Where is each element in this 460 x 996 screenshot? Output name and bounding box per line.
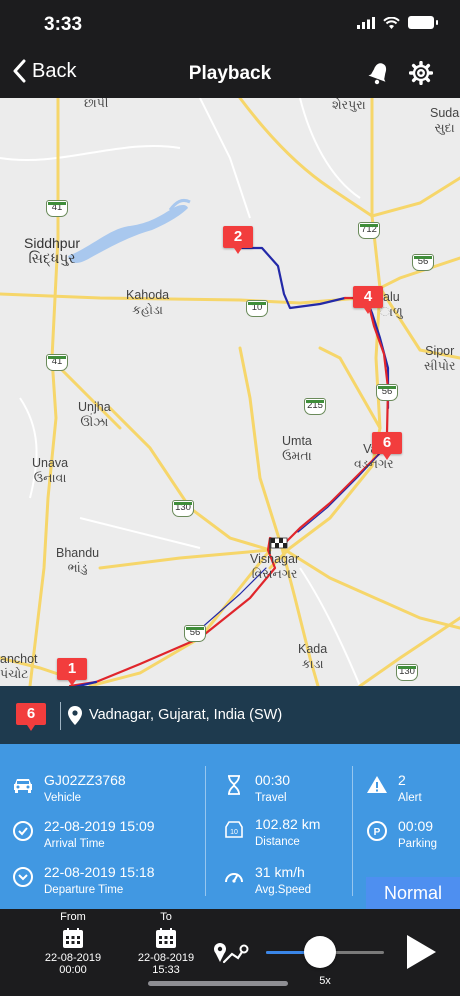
vehicle-label: Vehicle bbox=[44, 792, 82, 804]
place-label: છાપી bbox=[84, 98, 109, 110]
place-label: Visnagar વિસનગર bbox=[250, 552, 300, 581]
arrival-label: Arrival Time bbox=[44, 838, 105, 850]
status-icons bbox=[357, 16, 438, 29]
page-title: Playback bbox=[188, 63, 272, 84]
from-time: 00:00 bbox=[59, 964, 87, 976]
from-date-picker[interactable]: From 22-08-2019 00:00 bbox=[33, 911, 113, 976]
home-indicator bbox=[148, 981, 288, 986]
divider bbox=[60, 702, 61, 730]
hourglass-icon bbox=[228, 775, 240, 795]
place-label: Umta ઉમતા bbox=[282, 434, 312, 463]
speed-label: Avg.Speed bbox=[255, 884, 312, 896]
clock-icon bbox=[13, 867, 33, 887]
arrival-value: 22-08-2019 15:09 bbox=[44, 818, 155, 834]
battery-icon bbox=[408, 16, 438, 29]
to-date-picker[interactable]: To 22-08-2019 15:33 bbox=[126, 911, 206, 976]
place-label: Sipor સીપોર bbox=[424, 344, 456, 373]
clock-icon bbox=[13, 821, 33, 841]
playback-controls: From 22-08-2019 00:00 To 22-08-2019 15:3… bbox=[0, 909, 460, 996]
alert-label: Alert bbox=[398, 792, 422, 804]
departure-label: Departure Time bbox=[44, 884, 124, 896]
signal-icon bbox=[357, 16, 375, 29]
speed-value: 31 km/h bbox=[255, 864, 305, 880]
location-address: Vadnagar, Gujarat, India (SW) bbox=[89, 707, 283, 723]
route-marker[interactable]: 1 bbox=[57, 658, 87, 686]
highway-shield: 56 bbox=[184, 625, 206, 642]
from-date: 22-08-2019 bbox=[44, 952, 102, 964]
location-marker: 6 bbox=[16, 703, 46, 731]
svg-text:10: 10 bbox=[230, 829, 238, 836]
distance-label: Distance bbox=[255, 836, 300, 848]
to-date: 22-08-2019 bbox=[137, 952, 195, 964]
route-marker[interactable]: 4 bbox=[353, 286, 383, 314]
route-icon[interactable] bbox=[212, 940, 250, 968]
map-mode-button[interactable]: Normal bbox=[366, 877, 460, 909]
travel-value: 00:30 bbox=[255, 772, 291, 788]
play-icon[interactable] bbox=[404, 933, 438, 971]
divider bbox=[352, 766, 353, 896]
travel-label: Travel bbox=[255, 792, 287, 804]
highway-shield: 130 bbox=[172, 500, 194, 517]
departure-value: 22-08-2019 15:18 bbox=[44, 864, 155, 880]
highway-shield: 41 bbox=[46, 200, 68, 217]
route-marker[interactable]: 2 bbox=[223, 226, 253, 254]
location-pin-icon bbox=[68, 706, 82, 725]
location-bar: 6 Vadnagar, Gujarat, India (SW) bbox=[0, 686, 460, 744]
speedometer-icon bbox=[225, 873, 243, 883]
route-marker[interactable]: 6 bbox=[372, 432, 402, 460]
place-label: Siddhpur સિદ્ધપુર bbox=[24, 235, 81, 266]
highway-shield: 10 bbox=[246, 300, 268, 317]
highway-shield: 56 bbox=[412, 254, 434, 271]
place-label: Kada કાડા bbox=[298, 642, 328, 671]
place-label: Suda સુદા bbox=[430, 106, 460, 135]
parking-label: Parking bbox=[398, 838, 437, 850]
divider bbox=[205, 766, 206, 896]
calendar-icon bbox=[156, 928, 176, 948]
highway-shield: 41 bbox=[46, 354, 68, 371]
car-icon bbox=[14, 779, 32, 793]
odometer-icon: 10 bbox=[225, 821, 243, 838]
highway-shield: 712 bbox=[358, 222, 380, 239]
speed-slider-thumb[interactable] bbox=[304, 936, 337, 968]
parking-icon: P bbox=[367, 821, 387, 841]
gear-icon[interactable] bbox=[409, 61, 433, 85]
to-time: 15:33 bbox=[152, 964, 180, 976]
from-label: From bbox=[60, 911, 86, 923]
highway-shield: 215 bbox=[304, 398, 326, 415]
place-label: શેરપુરા bbox=[332, 98, 366, 112]
calendar-icon bbox=[63, 928, 83, 948]
highway-shield: 56 bbox=[376, 384, 398, 401]
wifi-icon bbox=[383, 16, 400, 29]
place-label: Unjha ઊંઝા bbox=[78, 400, 111, 429]
place-label: anchot પંચોટ bbox=[0, 652, 38, 681]
place-label: Unava ઉનાવા bbox=[32, 456, 69, 485]
vehicle-value: GJ02ZZ3768 bbox=[44, 772, 126, 788]
to-label: To bbox=[160, 911, 172, 923]
bell-icon[interactable] bbox=[368, 61, 390, 85]
speed-multiplier-label: 5x bbox=[319, 975, 331, 987]
alert-value: 2 bbox=[398, 772, 406, 788]
trip-info-panel: GJ02ZZ3768 Vehicle 22-08-2019 15:09 Arri… bbox=[0, 744, 460, 909]
parking-value: 00:09 bbox=[398, 818, 434, 834]
nav-bar: Back Playback bbox=[0, 50, 460, 98]
map-view[interactable]: છાપી શેરપુરા Suda સુદા Siddhpur સિદ્ધપુર K… bbox=[0, 98, 460, 686]
svg-text:P: P bbox=[374, 827, 381, 838]
distance-value: 102.82 km bbox=[255, 816, 321, 832]
status-time: 3:33 bbox=[44, 14, 83, 35]
highway-shield: 130 bbox=[396, 664, 418, 681]
place-label: Kahoda કહોડા bbox=[126, 288, 170, 317]
warning-icon bbox=[367, 776, 387, 793]
status-bar: 3:33 bbox=[0, 0, 460, 50]
place-label: Bhandu ભાંડુ bbox=[56, 546, 100, 575]
place-label: aluાળુ bbox=[380, 290, 403, 319]
